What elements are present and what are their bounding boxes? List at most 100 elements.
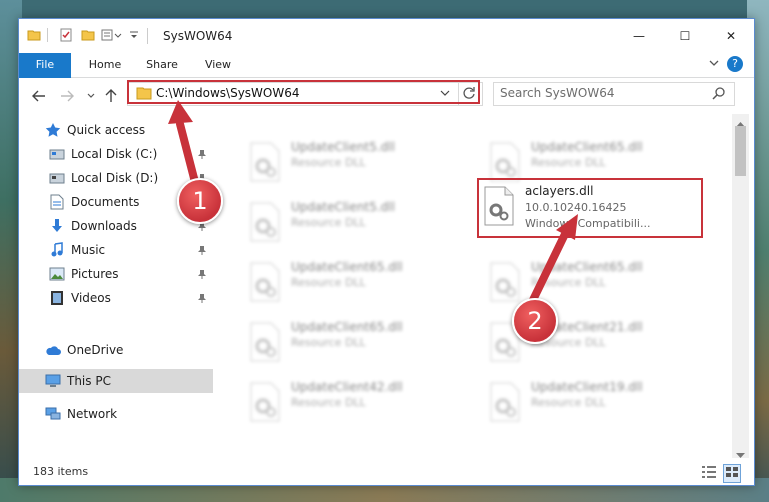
pin-icon[interactable]	[197, 244, 207, 258]
pin-icon[interactable]	[197, 292, 207, 306]
dll-file-icon	[250, 142, 280, 182]
callout-badge-2: 2	[512, 298, 558, 344]
maximize-button[interactable]: ☐	[662, 19, 708, 53]
chevron-down-icon[interactable]	[129, 28, 139, 45]
file-type: Resource DLL	[291, 336, 366, 349]
dll-file-icon	[250, 262, 280, 302]
sidebar-item-label: Quick access	[67, 123, 146, 137]
sidebar-item-local-disk-c[interactable]: Local Disk (C:)	[19, 142, 213, 166]
navigation-pane: Quick access Local Disk (C:) Local Disk …	[19, 114, 213, 458]
search-box[interactable]: Search SysWOW64	[493, 82, 735, 106]
divider	[47, 28, 48, 42]
expand-ribbon-chevron-icon[interactable]	[709, 58, 719, 71]
pin-icon[interactable]	[197, 268, 207, 282]
pin-icon[interactable]	[197, 148, 207, 162]
file-type: Resource DLL	[291, 216, 366, 229]
dll-file-icon	[250, 322, 280, 362]
pictures-icon	[49, 266, 65, 282]
properties-icon[interactable]	[59, 28, 73, 45]
file-type: Resource DLL	[531, 276, 606, 289]
navigation-bar: C:\Windows\SysWOW64 Search SysWOW64	[19, 78, 754, 114]
file-type: Resource DLL	[531, 396, 606, 409]
file-type: Resource DLL	[531, 156, 606, 169]
minimize-button[interactable]: —	[616, 19, 662, 53]
file-name: UpdateClient65.dll	[291, 320, 403, 334]
status-bar: 183 items	[19, 459, 754, 485]
file-name: UpdateClient19.dll	[531, 380, 643, 394]
details-view-icon[interactable]	[701, 465, 717, 482]
file-highlight-box	[477, 178, 703, 238]
drive-icon	[49, 146, 65, 162]
address-highlight-box	[127, 80, 480, 104]
drive-icon	[49, 170, 65, 186]
computer-icon	[45, 373, 61, 389]
scrollbar-thumb[interactable]	[735, 126, 746, 176]
maximize-icon: ☐	[679, 29, 691, 43]
recent-locations-button[interactable]	[81, 86, 101, 106]
dll-file-icon	[250, 382, 280, 422]
sidebar-item-onedrive[interactable]: OneDrive	[19, 338, 213, 362]
sidebar-item-videos[interactable]: Videos	[19, 286, 213, 310]
file-name: UpdateClient65.dll	[291, 260, 403, 274]
dll-file-icon	[490, 382, 520, 422]
list-item[interactable]: UpdateClient5.dll Resource DLL	[239, 136, 469, 186]
network-icon	[45, 406, 61, 422]
sidebar-item-label: Music	[71, 243, 106, 257]
title-bar: SysWOW64 — ☐ ✕	[19, 19, 754, 53]
sidebar-item-label: Local Disk (D:)	[71, 171, 159, 185]
new-folder-icon[interactable]	[81, 28, 95, 45]
sidebar-item-music[interactable]: Music	[19, 238, 213, 262]
download-arrow-icon	[49, 218, 65, 234]
sidebar-item-pictures[interactable]: Pictures	[19, 262, 213, 286]
sidebar-item-label: Videos	[71, 291, 111, 305]
forward-arrow-icon	[61, 90, 74, 102]
chevron-down-icon	[87, 93, 95, 98]
desktop: SysWOW64 — ☐ ✕ File Home Share View ? C:…	[0, 0, 769, 502]
list-item[interactable]: UpdateClient65.dll Resource DLL	[239, 256, 469, 306]
sidebar-item-label: Downloads	[71, 219, 137, 233]
dll-file-icon	[490, 142, 520, 182]
close-icon: ✕	[725, 29, 737, 43]
sidebar-item-label: Pictures	[71, 267, 119, 281]
file-type: Resource DLL	[291, 276, 366, 289]
file-type: Resource DLL	[291, 396, 366, 409]
customize-toolbar-icon[interactable]	[101, 28, 123, 45]
file-name: UpdateClient42.dll	[291, 380, 403, 394]
close-button[interactable]: ✕	[708, 19, 754, 53]
search-icon[interactable]	[712, 86, 726, 103]
list-item[interactable]: UpdateClient42.dll Resource DLL	[239, 376, 469, 426]
folder-icon[interactable]	[27, 28, 41, 45]
list-item[interactable]: UpdateClient5.dll Resource DLL	[239, 196, 469, 246]
documents-icon	[49, 194, 65, 210]
help-icon[interactable]: ?	[727, 56, 743, 72]
tab-view[interactable]: View	[195, 53, 241, 77]
sidebar-item-label: Documents	[71, 195, 140, 209]
list-item[interactable]: UpdateClient19.dll Resource DLL	[479, 376, 709, 426]
sidebar-item-network[interactable]: Network	[19, 402, 213, 426]
items-count: 183 items	[33, 465, 89, 478]
tab-share[interactable]: Share	[137, 53, 187, 77]
star-icon	[45, 122, 61, 138]
tab-home[interactable]: Home	[81, 53, 129, 77]
sidebar-item-label: Local Disk (C:)	[71, 147, 158, 161]
back-button[interactable]	[29, 86, 49, 106]
videos-icon	[49, 290, 65, 306]
up-arrow-icon	[105, 89, 117, 102]
ribbon-tabs: File Home Share View ?	[19, 53, 754, 103]
up-button[interactable]	[101, 86, 121, 106]
sidebar-item-this-pc[interactable]: This PC	[19, 369, 213, 393]
divider	[147, 28, 148, 44]
list-item[interactable]: UpdateClient65.dll Resource DLL	[239, 316, 469, 366]
list-item[interactable]: UpdateClient65.dll Resource DLL	[479, 256, 709, 306]
large-icons-view-icon[interactable]	[723, 464, 741, 483]
file-explorer-window: SysWOW64 — ☐ ✕ File Home Share View ? C:…	[18, 18, 755, 486]
sidebar-item-quick-access[interactable]: Quick access	[19, 118, 213, 142]
vertical-scrollbar[interactable]	[732, 114, 749, 458]
window-title: SysWOW64	[163, 29, 233, 43]
forward-button[interactable]	[57, 86, 77, 106]
file-list: UpdateClient5.dll Resource DLL UpdateCli…	[215, 114, 732, 458]
search-input[interactable]: Search SysWOW64	[500, 86, 614, 100]
file-name: UpdateClient5.dll	[291, 200, 395, 214]
file-name: UpdateClient5.dll	[291, 140, 395, 154]
back-arrow-icon	[32, 90, 45, 102]
